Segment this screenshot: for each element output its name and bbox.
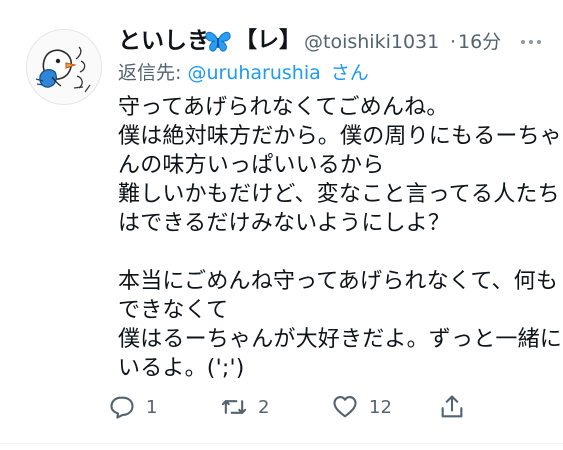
heart-icon [333, 396, 357, 418]
tweet-card: といしき 【レ】 @toishiki1031 · 16分 返信先: @uruha… [0, 0, 563, 450]
tweet-header: といしき 【レ】 @toishiki1031 · 16分 [118, 25, 548, 59]
dot-2 [529, 40, 533, 44]
reply-prefix: 返信先: [118, 62, 182, 84]
tweet-text-line-9: 僕はるーちゃんが大好きだよ。ずっと一緒に [118, 327, 563, 352]
tweet-text-line-8: できなくて [118, 298, 229, 323]
tweet-text-line-1: 守ってあげられなくてごめんね。 [118, 95, 449, 120]
separator-dot: · [450, 31, 457, 53]
tweet-text: 守ってあげられなくてごめんね。 僕は絶対味方だから。僕の周りにもるーちゃ んの味… [118, 93, 563, 383]
share-icon [441, 395, 463, 418]
blue-butterfly-icon [204, 28, 232, 54]
dot-1 [521, 40, 525, 44]
tweet-actions: 1 2 12 [108, 393, 468, 421]
reply-icon [110, 396, 134, 419]
reply-count: 1 [146, 396, 158, 418]
reply-context: 返信先: @uruharushia さん [118, 59, 369, 87]
tweet-text-line-3: んの味方いっぱいいるから [118, 153, 385, 178]
retweet-button[interactable]: 2 [220, 393, 269, 421]
dot-3 [537, 40, 541, 44]
reply-suffix: さん [330, 62, 369, 84]
tweet-text-line-5: はできるだけみないようにしよ？ [118, 211, 451, 236]
tweet-text-line-6 [118, 238, 543, 267]
like-count: 12 [369, 396, 392, 418]
retweet-count: 2 [258, 396, 270, 418]
reply-button[interactable]: 1 [108, 393, 157, 421]
divider [0, 443, 563, 444]
share-button[interactable] [438, 393, 466, 421]
avatar[interactable] [26, 29, 102, 105]
display-name[interactable]: といしき [118, 25, 210, 57]
like-button[interactable]: 12 [331, 393, 392, 421]
more-dots-icon[interactable] [514, 31, 548, 53]
retweet-icon [221, 400, 247, 414]
tweet-text-line-7: 本当にごめんね守ってあげられなくて、何も [118, 269, 559, 294]
reply-user-link[interactable]: @uruharushia [187, 62, 320, 84]
tweet-text-line-10: いるよ。(';') [118, 356, 245, 381]
name-suffix: 【レ】 [235, 28, 302, 53]
tweet-text-line-4: 難しいかもだけど、変なこと言ってる人たち [118, 182, 560, 207]
tweet-text-line-2: 僕は絶対味方だから。僕の周りにもるーちゃ [118, 124, 563, 149]
bird-avatar-icon [27, 30, 101, 104]
timestamp[interactable]: 16分 [458, 27, 501, 57]
handle[interactable]: @toishiki1031 [304, 27, 439, 57]
